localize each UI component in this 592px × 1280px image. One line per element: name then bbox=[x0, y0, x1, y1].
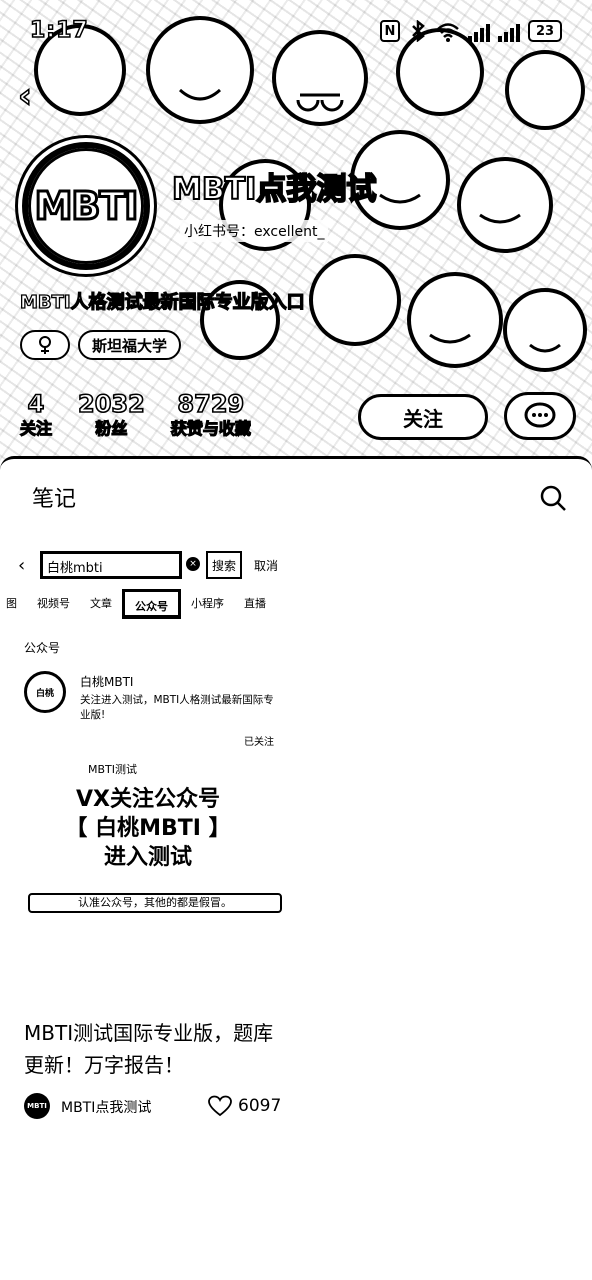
card-headline-line: VX关注公众号 bbox=[76, 787, 220, 812]
card-section-title: 公众号 bbox=[24, 641, 61, 655]
card-cancel-label: 取消 bbox=[254, 559, 279, 573]
author-avatar[interactable]: MBTI bbox=[24, 1093, 50, 1119]
stat-likes-label: 获赞与收藏 bbox=[170, 418, 251, 438]
status-icons: N 23 bbox=[380, 20, 562, 42]
tag-row: 斯坦福大学 bbox=[20, 330, 182, 360]
profile-header: 1:17 N 23 ‹ MBTI MBTI点我测试 小红书号：excellent… bbox=[0, 0, 592, 470]
card-headline-line: 【 白桃MBTI 】 bbox=[65, 816, 231, 841]
card-clear-icon: × bbox=[186, 557, 200, 571]
content-sheet: 笔记 ‹ 白桃mbti × 搜索 取消 图 视频号 文章 公众号 小程序 直播 … bbox=[0, 456, 592, 1280]
card-tab: 文章 bbox=[90, 597, 112, 610]
stat-likes-count: 8729 bbox=[177, 389, 245, 419]
stat-following-label: 关注 bbox=[19, 418, 53, 438]
nfc-icon: N bbox=[380, 20, 400, 42]
card-tab: 图 bbox=[6, 597, 17, 610]
wifi-icon bbox=[437, 23, 459, 42]
stat-followers-label: 粉丝 bbox=[95, 418, 128, 438]
card-search-button: 搜索 bbox=[206, 551, 242, 579]
gender-tag bbox=[20, 330, 70, 360]
back-button[interactable]: ‹ bbox=[17, 77, 54, 115]
card-search-query: 白桃mbti bbox=[40, 551, 182, 579]
message-button[interactable] bbox=[504, 392, 576, 440]
card-tab: 直播 bbox=[244, 597, 266, 610]
card-notice: 认准公众号，其他的都是假冒。 bbox=[28, 893, 282, 913]
card-tabs: 图 视频号 文章 公众号 小程序 直播 bbox=[6, 589, 276, 619]
avatar-text: MBTI bbox=[28, 148, 144, 264]
card-headline: VX关注公众号 【 白桃MBTI 】 进入测试 bbox=[0, 785, 296, 872]
search-icon[interactable] bbox=[538, 483, 568, 513]
note-title[interactable]: MBTI测试国际专业版，题库更新！万字报告！ bbox=[24, 1017, 284, 1081]
card-account-avatar: 白桃 bbox=[24, 671, 66, 713]
tab-notes[interactable]: 笔记 bbox=[32, 481, 76, 513]
card-tab-active: 公众号 bbox=[122, 589, 181, 619]
like-count: 6097 bbox=[238, 1096, 282, 1116]
note-meta: MBTI MBTI点我测试 6097 bbox=[24, 1093, 282, 1123]
signal-icon-2 bbox=[498, 20, 520, 42]
card-image-search-bar: ‹ 白桃mbti × 搜索 取消 bbox=[18, 547, 288, 583]
stat-following[interactable]: 4 关注 bbox=[19, 389, 53, 440]
profile-id: 小红书号：excellent_ bbox=[180, 220, 329, 242]
status-bar: 1:17 N 23 bbox=[0, 17, 592, 52]
profile-bio: MBTI人格测试最新国际专业版入口 bbox=[19, 291, 305, 313]
chat-icon bbox=[524, 402, 556, 428]
school-tag: 斯坦福大学 bbox=[78, 330, 182, 360]
profile-stats: 4 关注 2032 粉丝 8729 获赞与收藏 bbox=[19, 389, 251, 440]
follow-button[interactable]: 关注 bbox=[358, 394, 488, 440]
card-account-desc: 关注进入测试，MBTI人格测试最新国际专业版! bbox=[80, 694, 274, 721]
heart-icon[interactable] bbox=[208, 1095, 232, 1117]
stat-followers-count: 2032 bbox=[77, 389, 145, 419]
author-name[interactable]: MBTI点我测试 bbox=[61, 1097, 151, 1117]
stat-likes[interactable]: 8729 获赞与收藏 bbox=[170, 389, 251, 440]
card-account-name: 白桃MBTI bbox=[80, 675, 134, 689]
card-back-icon: ‹ bbox=[18, 555, 26, 576]
card-headline-line: 进入测试 bbox=[103, 845, 192, 870]
status-time: 1:17 bbox=[29, 17, 89, 44]
stat-following-count: 4 bbox=[27, 389, 45, 419]
card-tab: 小程序 bbox=[191, 597, 224, 610]
profile-name: MBTI点我测试 bbox=[171, 171, 377, 208]
female-icon bbox=[39, 336, 51, 354]
card-account-followed: 已关注 bbox=[244, 737, 274, 748]
signal-icon bbox=[468, 20, 490, 42]
bluetooth-icon bbox=[412, 20, 425, 42]
stat-followers[interactable]: 2032 粉丝 bbox=[77, 389, 145, 440]
card-article-label: MBTI测试 bbox=[88, 763, 138, 776]
battery-icon: 23 bbox=[528, 20, 562, 42]
avatar[interactable]: MBTI bbox=[22, 142, 150, 270]
card-tab: 视频号 bbox=[37, 597, 70, 610]
